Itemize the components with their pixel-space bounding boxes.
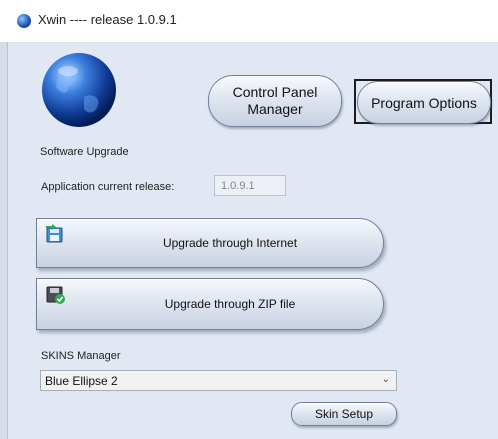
control-panel-label-line2: Manager xyxy=(247,101,303,117)
upgrade-zip-label: Upgrade through ZIP file xyxy=(164,297,296,311)
upgrade-internet-label: Upgrade through Internet xyxy=(162,236,298,250)
program-options-button[interactable]: Program Options xyxy=(357,81,491,124)
skin-setup-label: Skin Setup xyxy=(314,407,374,421)
software-upgrade-label: Software Upgrade xyxy=(40,146,129,158)
app-window: Xwin ---- release 1.0.9.1 Control Panel … xyxy=(0,0,498,439)
upgrade-zip-button[interactable]: Upgrade through ZIP file xyxy=(36,278,384,330)
chevron-down-icon: ⌄ xyxy=(381,374,390,385)
window-title: Xwin ---- release 1.0.9.1 xyxy=(38,12,177,27)
globe-icon xyxy=(42,53,116,127)
current-release-label: Application current release: xyxy=(41,181,175,193)
current-release-field: 1.0.9.1 xyxy=(214,175,286,196)
upgrade-internet-button[interactable]: Upgrade through Internet xyxy=(36,218,384,268)
app-globe-icon xyxy=(17,14,31,28)
skin-select-value: Blue Ellipse 2 xyxy=(45,374,118,388)
skin-select[interactable]: Blue Ellipse 2 ⌄ xyxy=(40,370,397,391)
skin-setup-button[interactable]: Skin Setup xyxy=(291,402,397,426)
title-bar: Xwin ---- release 1.0.9.1 xyxy=(0,0,498,43)
window-left-border xyxy=(0,42,8,439)
program-options-label: Program Options xyxy=(371,94,477,111)
skins-manager-label: SKINS Manager xyxy=(41,350,121,362)
control-panel-manager-button[interactable]: Control Panel Manager xyxy=(208,75,342,127)
control-panel-label-line1: Control Panel xyxy=(232,84,318,100)
